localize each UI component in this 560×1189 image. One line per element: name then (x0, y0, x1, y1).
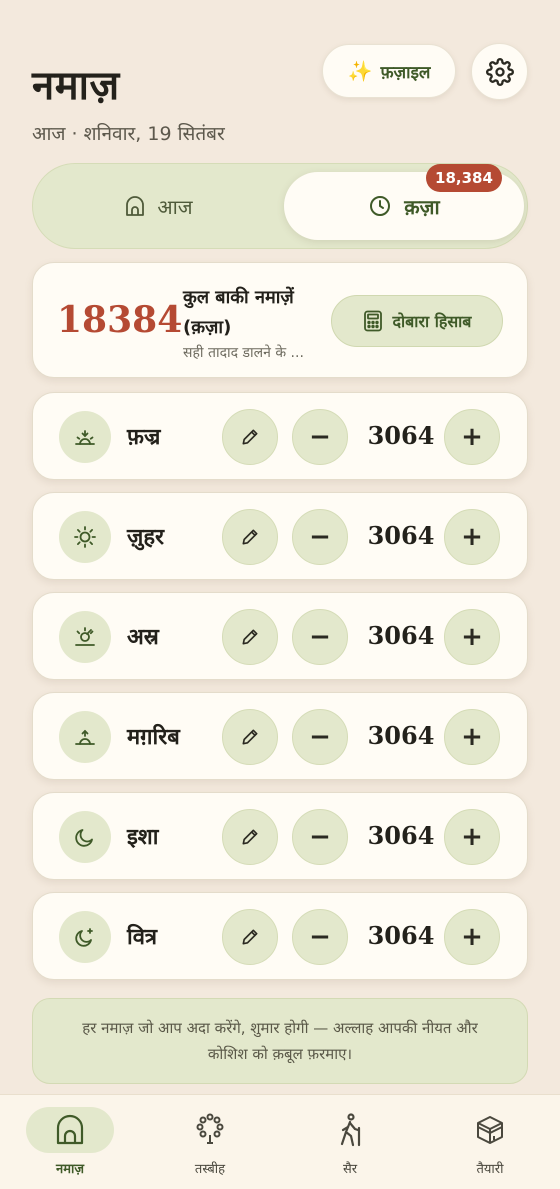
pencil-icon (242, 729, 258, 745)
nav-icon-wrap (306, 1107, 394, 1153)
recalculate-label: दोबारा हिसाब (392, 312, 472, 331)
prayer-name: ज़ुहर (127, 525, 165, 550)
pencil-icon (242, 529, 258, 545)
date-subtitle: आज · शनिवार, 19 सितंबर (32, 123, 225, 145)
encouragement-quote: हर नमाज़ जो आप अदा करेंगे, शुमार होगी — … (32, 998, 528, 1084)
prayer-icon-badge (59, 911, 111, 963)
nav-item-sair[interactable]: सैर (300, 1107, 400, 1183)
prayer-name: मग़रिब (127, 725, 180, 750)
clock-icon (370, 196, 391, 216)
increment-button[interactable]: + (444, 409, 500, 465)
sparkles-icon: ✨ (347, 59, 373, 83)
nav-item-tasbih[interactable]: तस्बीह (160, 1107, 260, 1183)
prayer-name: वित्र (127, 925, 158, 950)
page-title: नमाज़ (32, 63, 120, 109)
nav-label: तैयारी (476, 1162, 504, 1177)
mosque-icon (126, 196, 145, 216)
pencil-icon (242, 929, 258, 945)
prayer-row-maghrib: मग़रिब − 3064 + (32, 692, 528, 780)
increment-button[interactable]: + (444, 609, 500, 665)
prayer-row-isha: इशा − 3064 + (32, 792, 528, 880)
increment-button[interactable]: + (444, 909, 500, 965)
walking-icon (340, 1113, 361, 1147)
sun-icon (74, 526, 96, 548)
prayer-count: 3064 (367, 821, 435, 850)
nav-item-taiyari[interactable]: तैयारी (440, 1107, 540, 1183)
nav-item-namaz[interactable]: नमाज़ (20, 1107, 120, 1183)
pencil-icon (242, 629, 258, 645)
qaza-prayers-screen: नमाज़ आज · शनिवार, 19 सितंबर ✨ फ़ज़ाइल आ… (0, 0, 560, 1189)
nav-label: सैर (342, 1162, 358, 1177)
nav-icon-wrap (26, 1107, 114, 1153)
summary-title: कुल बाकी नमाज़ें (क़ज़ा) (183, 287, 294, 338)
prayer-icon-badge (59, 511, 111, 563)
edit-count-button[interactable] (222, 809, 278, 865)
nav-icon-wrap (166, 1107, 254, 1153)
afternoon-sun-icon (75, 627, 95, 646)
decrement-button[interactable]: − (292, 509, 348, 565)
recalculate-button[interactable]: दोबारा हिसाब (331, 295, 503, 347)
kaaba-icon (477, 1116, 503, 1144)
prayer-row-witr: वित्र − 3064 + (32, 892, 528, 980)
prayer-icon-badge (59, 411, 111, 463)
prayer-count: 3064 (367, 721, 435, 750)
tab-today[interactable]: आज (33, 164, 283, 248)
increment-button[interactable]: + (444, 509, 500, 565)
prayer-count: 3064 (367, 621, 435, 650)
mosque-icon (56, 1114, 84, 1145)
prayer-beads-icon (196, 1113, 224, 1144)
prayer-icon-badge (59, 811, 111, 863)
prayer-row-asr: अस्र − 3064 + (32, 592, 528, 680)
tab-today-label: आज (157, 194, 193, 219)
fazail-button[interactable]: ✨ फ़ज़ाइल (322, 44, 456, 98)
prayer-name: इशा (127, 825, 159, 850)
moon-star-icon (75, 928, 93, 947)
pencil-icon (242, 829, 258, 845)
prayer-row-zuhr: ज़ुहर − 3064 + (32, 492, 528, 580)
prayer-count: 3064 (367, 921, 435, 950)
qaza-count-badge: 18,384 (426, 164, 502, 192)
prayer-name: अस्र (127, 625, 159, 650)
sunset-icon (75, 729, 95, 745)
increment-button[interactable]: + (444, 709, 500, 765)
nav-label: तस्बीह (194, 1162, 226, 1177)
prayer-row-fajr: फ़ज्र − 3064 + (32, 392, 528, 480)
prayer-count: 3064 (367, 521, 435, 550)
increment-button[interactable]: + (444, 809, 500, 865)
decrement-button[interactable]: − (292, 609, 348, 665)
nav-label: नमाज़ (55, 1162, 84, 1177)
sunrise-icon (75, 430, 95, 445)
prayer-name: फ़ज्र (127, 425, 161, 450)
pencil-icon (242, 429, 258, 445)
decrement-button[interactable]: − (292, 709, 348, 765)
total-qaza-count: 18384 (57, 299, 183, 341)
prayer-icon-badge (59, 711, 111, 763)
calculator-icon (363, 310, 382, 332)
nav-icon-wrap (446, 1107, 534, 1153)
edit-count-button[interactable] (222, 609, 278, 665)
prayer-icon-badge (59, 611, 111, 663)
edit-count-button[interactable] (222, 709, 278, 765)
settings-button[interactable] (471, 43, 528, 100)
decrement-button[interactable]: − (292, 409, 348, 465)
edit-count-button[interactable] (222, 909, 278, 965)
qaza-summary-card: 18384 कुल बाकी नमाज़ें (क़ज़ा) सही तादाद… (32, 262, 528, 378)
gear-icon (485, 57, 514, 86)
moon-icon (75, 829, 93, 847)
decrement-button[interactable]: − (292, 809, 348, 865)
decrement-button[interactable]: − (292, 909, 348, 965)
tab-qaza-label: क़ज़ा (404, 194, 440, 219)
edit-count-button[interactable] (222, 409, 278, 465)
bottom-navigation: नमाज़ तस्बीह सैर तैयारी (0, 1094, 560, 1189)
edit-count-button[interactable] (222, 509, 278, 565)
summary-note: सही तादाद डालने के ... (183, 345, 304, 361)
prayer-count: 3064 (367, 421, 435, 450)
fazail-label: फ़ज़ाइल (380, 62, 431, 83)
